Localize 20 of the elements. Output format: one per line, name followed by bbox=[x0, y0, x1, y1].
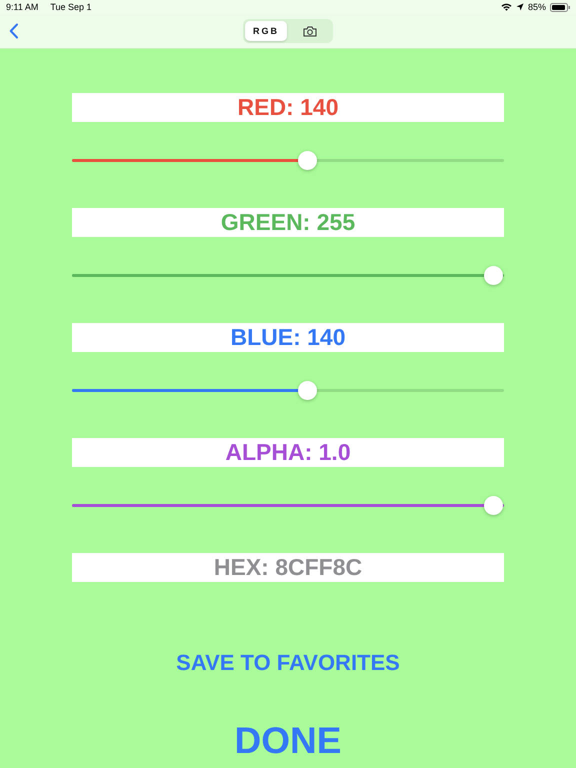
value-label: GREEN: 255 bbox=[72, 208, 504, 237]
value-label: HEX: 8CFF8C bbox=[72, 553, 504, 582]
slider-thumb[interactable] bbox=[484, 266, 503, 284]
slider-thumb[interactable] bbox=[298, 380, 318, 400]
done-button[interactable]: DONE bbox=[234, 720, 342, 762]
wifi-icon bbox=[500, 3, 512, 11]
save-button[interactable]: SAVE TO FAVORITES bbox=[176, 650, 400, 676]
status-time: 9:11 AM bbox=[6, 2, 38, 12]
status-date: Tue Sep 1 bbox=[50, 2, 92, 12]
slider-thumb[interactable] bbox=[298, 150, 318, 170]
value-label: BLUE: 140 bbox=[72, 323, 504, 352]
location-icon bbox=[516, 3, 524, 11]
battery-icon bbox=[550, 2, 570, 12]
camera-icon bbox=[303, 26, 317, 36]
segment-tab[interactable]: RGB bbox=[245, 21, 287, 41]
value-label: RED: 140 bbox=[72, 93, 504, 122]
slider-thumb[interactable] bbox=[484, 496, 503, 514]
battery-percent: 85% bbox=[528, 2, 546, 12]
value-label: ALPHA: 1.0 bbox=[72, 438, 504, 467]
back-icon[interactable] bbox=[9, 23, 19, 39]
